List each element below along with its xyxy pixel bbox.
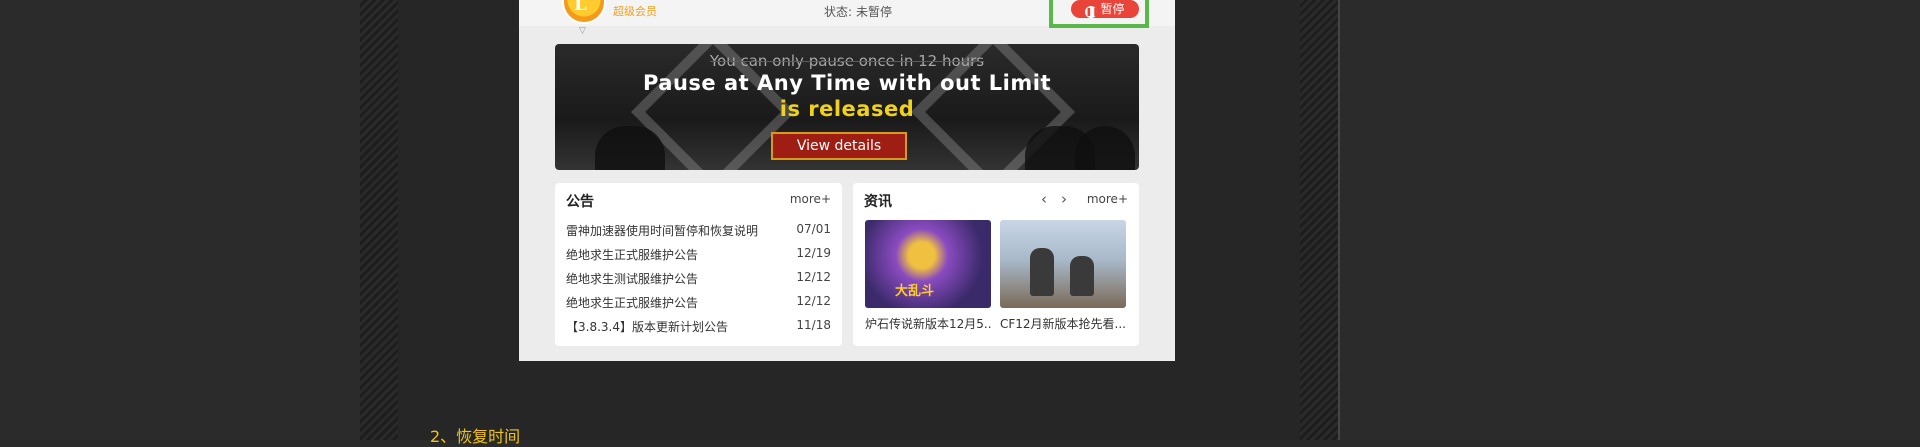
app-top-bar: L ▽ 超级会员 状态: 未暂停 ❚❚ 暂停 — [519, 0, 1175, 36]
announcements-panel: 公告 more+ 雷神加速器使用时间暂停和恢复说明 07/01 绝地求生正式服维护… — [555, 183, 842, 346]
list-item[interactable]: 绝地求生正式服维护公告 12/19 — [566, 246, 831, 263]
list-item-text: 【3.8.3.4】版本更新计划公告 — [566, 320, 728, 334]
banner-soldier-silhouette — [595, 126, 665, 170]
step-heading: 2、恢复时间 — [430, 427, 521, 446]
announcements-more-link[interactable]: more+ — [790, 192, 831, 206]
chevron-left-icon[interactable]: ‹ — [1041, 190, 1047, 208]
list-item-date: 12/12 — [796, 294, 831, 308]
status-text: 状态: 未暂停 — [824, 3, 892, 20]
vip-label: 超级会员 — [613, 5, 657, 18]
accelerator-app-screenshot: L ▽ 超级会员 状态: 未暂停 ❚❚ 暂停 You can only pause … — [519, 0, 1175, 361]
pause-button[interactable]: ❚❚ 暂停 — [1071, 0, 1139, 18]
page-edge-right — [1338, 0, 1340, 440]
highlight-box: ❚❚ 暂停 — [1049, 0, 1149, 28]
chevron-right-icon[interactable]: › — [1061, 190, 1067, 208]
banner-title: Pause at Any Time with out Limit — [642, 71, 1051, 95]
pause-button-label: 暂停 — [1100, 2, 1125, 16]
caret-down-icon[interactable]: ▽ — [579, 26, 586, 36]
list-item-text: 雷神加速器使用时间暂停和恢复说明 — [566, 224, 759, 238]
news-caption[interactable]: 炉石传说新版本12月5... — [865, 315, 991, 332]
banner-strike-text: You can only pause once in 12 hours — [709, 52, 985, 70]
info-panel: 资讯 ‹ › more+ 大乱斗 炉石传说新版本12月5... CF12月新版本… — [853, 183, 1139, 346]
news-thumbnail-hearthstone[interactable]: 大乱斗 — [865, 220, 991, 308]
thumbnail-text: 大乱斗 — [895, 284, 935, 299]
pause-icon: ❚❚ — [1085, 6, 1099, 18]
view-details-button[interactable]: View details — [771, 132, 907, 160]
status-value: 未暂停 — [856, 5, 893, 19]
list-item[interactable]: 绝地求生正式服维护公告 12/12 — [566, 294, 831, 311]
announcements-title: 公告 — [566, 194, 594, 210]
list-item-date: 07/01 — [796, 222, 831, 236]
list-item[interactable]: 雷神加速器使用时间暂停和恢复说明 07/01 — [566, 222, 831, 239]
vip-logo-icon[interactable]: L — [562, 0, 606, 24]
news-thumbnail-cf[interactable] — [1000, 220, 1126, 308]
banner-subtitle: is released — [779, 97, 915, 121]
news-caption[interactable]: CF12月新版本抢先看... — [1000, 315, 1126, 332]
info-more-link[interactable]: more+ — [1087, 192, 1128, 206]
list-item-text: 绝地求生正式服维护公告 — [566, 248, 699, 262]
list-item-date: 12/19 — [796, 246, 831, 260]
list-item-text: 绝地求生正式服维护公告 — [566, 296, 699, 310]
decorative-stripe-right — [1300, 0, 1338, 440]
list-item[interactable]: 绝地求生测试服维护公告 12/12 — [566, 270, 831, 287]
vip-logo-letter: L — [574, 0, 587, 15]
thumbnail-figure — [1070, 256, 1094, 296]
decorative-stripe-left — [360, 0, 398, 440]
list-item-date: 12/12 — [796, 270, 831, 284]
thumbnail-figure — [1030, 248, 1054, 296]
status-label: 状态: — [824, 5, 853, 19]
list-item[interactable]: 【3.8.3.4】版本更新计划公告 11/18 — [566, 318, 831, 335]
info-title: 资讯 — [864, 194, 892, 210]
promo-banner[interactable]: You can only pause once in 12 hours Paus… — [555, 44, 1139, 170]
list-item-text: 绝地求生测试服维护公告 — [566, 272, 699, 286]
list-item-date: 11/18 — [796, 318, 831, 332]
